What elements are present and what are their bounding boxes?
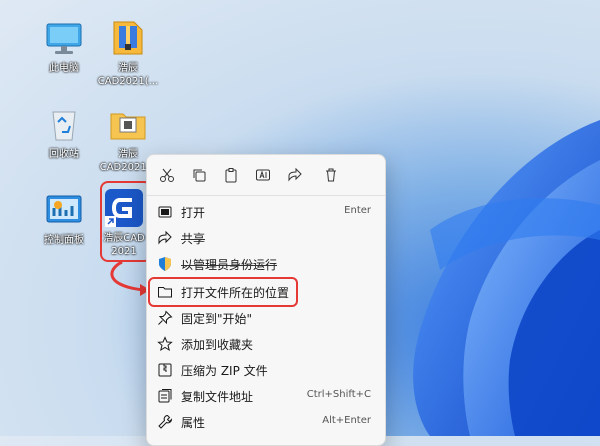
copy-icon <box>193 169 206 182</box>
pin-icon <box>158 310 173 325</box>
desktop-icon-gstarcad-zip[interactable]: 浩辰 CAD2021(... <box>92 18 164 88</box>
monitor-icon <box>44 18 84 58</box>
desktop-icon-this-pc[interactable]: 此电脑 <box>28 18 100 75</box>
rename-button[interactable] <box>251 163 275 187</box>
menu-item-copy-path[interactable]: 复制文件地址 Ctrl+Shift+C <box>147 383 385 409</box>
share-icon <box>158 230 172 245</box>
recycle-bin-icon <box>44 104 84 144</box>
menu-item-shortcut: Alt+Enter <box>322 415 371 426</box>
menu-separator <box>147 195 385 196</box>
zip-icon <box>158 363 172 377</box>
shield-icon <box>159 257 171 271</box>
star-icon <box>157 336 173 352</box>
selection-highlight <box>100 181 152 262</box>
desktop-icon-recycle-bin[interactable]: 回收站 <box>28 104 100 161</box>
desktop-icon-label: 回收站 <box>49 149 79 160</box>
desktop-icon-label: 浩辰 CAD2021(... <box>97 63 159 87</box>
menu-item-label: 复制文件地址 <box>181 390 254 404</box>
menu-item-label: 属性 <box>181 416 206 430</box>
menu-item-shortcut: Enter <box>344 205 371 216</box>
menu-item-label: 以管理员身份运行 <box>181 258 278 272</box>
menu-item-share[interactable]: 共享 <box>147 225 385 251</box>
copy-path-icon <box>158 389 172 403</box>
delete-icon <box>326 168 336 182</box>
paste-button[interactable] <box>219 163 243 187</box>
share-button[interactable] <box>283 163 307 187</box>
menu-item-compress-zip[interactable]: 压缩为 ZIP 文件 <box>147 357 385 383</box>
copy-button[interactable] <box>187 163 211 187</box>
menu-item-label: 压缩为 ZIP 文件 <box>181 364 268 378</box>
menu-item-run-as-admin[interactable]: 以管理员身份运行 <box>147 251 385 277</box>
menu-item-pin-to-start[interactable]: 固定到"开始" <box>147 305 385 331</box>
context-menu-toolbar <box>147 155 385 195</box>
delete-button[interactable] <box>319 163 343 187</box>
menu-item-shortcut: Ctrl+Shift+C <box>306 389 371 400</box>
archive-icon <box>108 18 148 58</box>
paste-icon <box>225 168 237 183</box>
menu-item-open[interactable]: 打开 Enter <box>147 199 385 225</box>
menu-item-properties[interactable]: 属性 Alt+Enter <box>147 409 385 435</box>
share-icon <box>288 167 302 182</box>
cut-button[interactable] <box>155 163 179 187</box>
desktop-icon-label: 此电脑 <box>49 63 79 74</box>
open-icon <box>158 206 172 218</box>
cut-icon <box>160 168 174 182</box>
menu-item-label: 固定到"开始" <box>181 312 253 326</box>
menu-item-label: 共享 <box>181 232 206 246</box>
menu-item-add-to-favorites[interactable]: 添加到收藏夹 <box>147 331 385 357</box>
folder-icon <box>108 104 148 144</box>
menu-item-label: 添加到收藏夹 <box>181 338 254 352</box>
control-panel-icon <box>44 190 84 230</box>
wrench-icon <box>158 414 173 429</box>
menu-item-label: 打开 <box>181 206 206 220</box>
menu-item-highlight <box>148 277 298 307</box>
rename-icon <box>256 169 270 181</box>
